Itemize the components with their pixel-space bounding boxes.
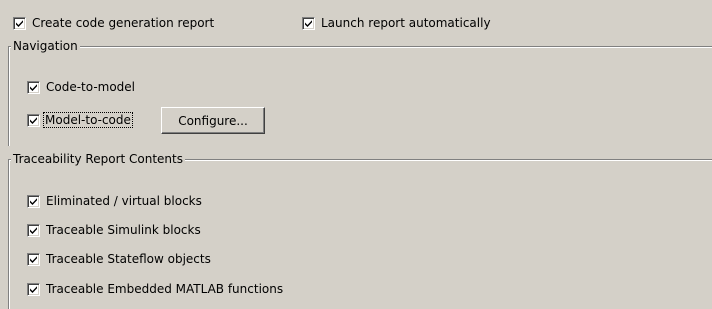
matlab-functions-label: Traceable Embedded MATLAB functions — [46, 282, 284, 296]
configure-button[interactable]: Configure... — [161, 107, 265, 134]
model-to-code-checkbox[interactable] — [27, 113, 40, 127]
checkmark-icon — [30, 197, 37, 205]
stateflow-objects-option[interactable]: Traceable Stateflow objects — [27, 250, 211, 268]
navigation-group: Navigation — [8, 39, 712, 146]
model-to-code-option[interactable]: Model-to-code — [27, 111, 133, 129]
simulink-blocks-label: Traceable Simulink blocks — [46, 223, 201, 237]
launch-report-option[interactable]: Launch report automatically — [302, 14, 491, 32]
stateflow-objects-checkbox[interactable] — [27, 252, 40, 266]
checkmark-icon — [30, 116, 37, 124]
simulink-blocks-option[interactable]: Traceable Simulink blocks — [27, 221, 201, 239]
navigation-group-title: Navigation — [11, 39, 80, 53]
eliminated-blocks-label: Eliminated / virtual blocks — [46, 194, 202, 208]
launch-report-label: Launch report automatically — [321, 16, 491, 30]
create-report-checkbox[interactable] — [13, 16, 26, 30]
matlab-functions-checkbox[interactable] — [27, 282, 40, 296]
checkmark-icon — [16, 19, 23, 27]
code-to-model-option[interactable]: Code-to-model — [27, 78, 135, 96]
code-to-model-checkbox[interactable] — [27, 80, 40, 94]
launch-report-checkbox[interactable] — [302, 16, 315, 30]
stateflow-objects-label: Traceable Stateflow objects — [46, 252, 211, 266]
traceability-group-title: Traceability Report Contents — [11, 152, 185, 166]
checkmark-icon — [30, 255, 37, 263]
checkmark-icon — [30, 285, 37, 293]
checkmark-icon — [30, 83, 37, 91]
matlab-functions-option[interactable]: Traceable Embedded MATLAB functions — [27, 280, 283, 298]
checkmark-icon — [30, 226, 37, 234]
create-report-label: Create code generation report — [32, 16, 215, 30]
eliminated-blocks-option[interactable]: Eliminated / virtual blocks — [27, 192, 202, 210]
create-report-option[interactable]: Create code generation report — [13, 14, 214, 32]
checkmark-icon — [305, 19, 312, 27]
model-to-code-label: Model-to-code — [43, 112, 133, 128]
code-to-model-label: Code-to-model — [46, 80, 136, 94]
simulink-blocks-checkbox[interactable] — [27, 223, 40, 237]
eliminated-blocks-checkbox[interactable] — [27, 194, 40, 208]
